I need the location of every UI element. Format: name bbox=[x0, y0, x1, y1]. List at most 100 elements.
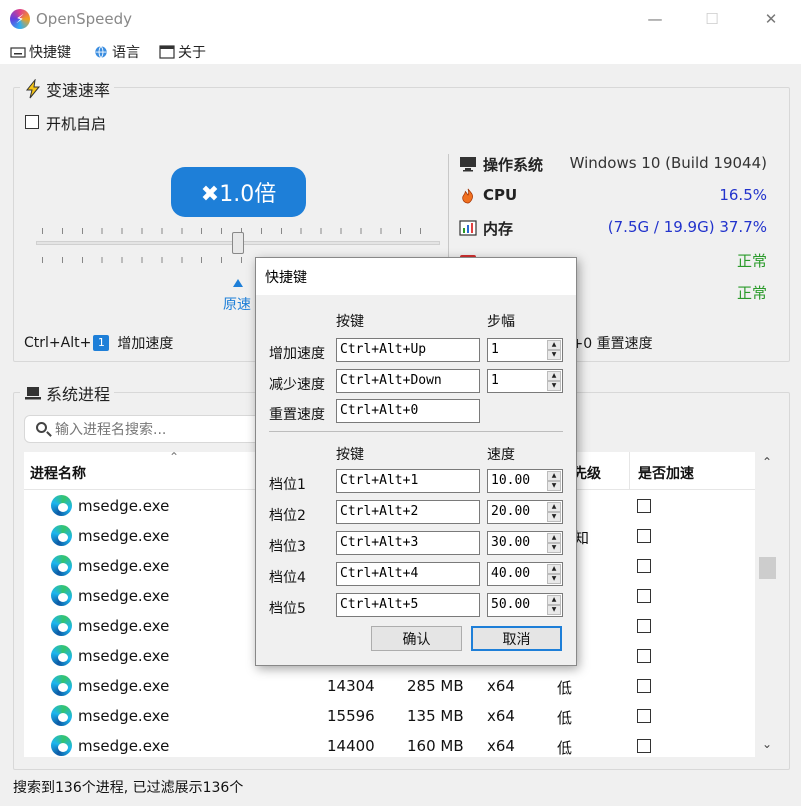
accelerate-checkbox[interactable] bbox=[637, 499, 651, 513]
hotkey-action: 增加速度 bbox=[117, 336, 174, 352]
spin-down-icon[interactable]: ▼ bbox=[547, 381, 561, 391]
table-row[interactable]: msedge.exe 14304 285 MB x64 低 bbox=[24, 671, 755, 701]
level-3-speed-spinbox[interactable]: 30.00 ▲ ▼ bbox=[487, 531, 563, 555]
level-5-speed-value: 50.00 bbox=[491, 597, 531, 612]
process-search[interactable] bbox=[24, 415, 264, 443]
level-1-hotkey-field[interactable]: Ctrl+Alt+1 bbox=[336, 469, 480, 493]
edge-browser-icon bbox=[51, 525, 72, 546]
autostart-label: 开机自启 bbox=[46, 115, 107, 133]
hotkey-dialog: 快捷键 按键 步幅 增加速度 Ctrl+Alt+Up 1 ▲ ▼ 减少速度 Ctr… bbox=[255, 257, 577, 666]
hotkey-header: 按键 bbox=[336, 314, 364, 330]
system-status-value-1: 正常 bbox=[736, 252, 767, 270]
accelerate-checkbox[interactable] bbox=[637, 739, 651, 753]
table-scrollbar[interactable]: ⌃ ⌄ bbox=[757, 452, 777, 757]
spin-up-icon[interactable]: ▲ bbox=[547, 471, 561, 481]
spin-up-icon[interactable]: ▲ bbox=[547, 340, 561, 350]
process-name: msedge.exe bbox=[78, 707, 170, 725]
keyboard-icon bbox=[10, 47, 26, 58]
step-header: 步幅 bbox=[487, 314, 515, 330]
close-button[interactable]: ✕ bbox=[756, 6, 786, 32]
table-row[interactable]: msedge.exe 14400 160 MB x64 低 bbox=[24, 731, 755, 757]
accelerate-checkbox[interactable] bbox=[637, 529, 651, 543]
menu-hotkeys[interactable]: 快捷键 bbox=[10, 42, 71, 62]
speed-display-button[interactable]: ✖1.0倍 bbox=[171, 167, 306, 217]
process-arch: x64 bbox=[487, 737, 515, 755]
process-name: msedge.exe bbox=[78, 557, 170, 575]
level-2-hotkey-field[interactable]: Ctrl+Alt+2 bbox=[336, 500, 480, 524]
level-4-hotkey-field[interactable]: Ctrl+Alt+4 bbox=[336, 562, 480, 586]
speed-group-title: 变速速率 bbox=[20, 77, 115, 101]
level-2-label: 档位2 bbox=[269, 508, 306, 524]
decrease-step-spinbox[interactable]: 1 ▲ ▼ bbox=[487, 369, 563, 393]
cancel-button[interactable]: 取消 bbox=[471, 626, 562, 651]
menu-language[interactable]: 语言 bbox=[93, 42, 140, 62]
level-hotkey-header: 按键 bbox=[336, 447, 364, 463]
menu-about[interactable]: 关于 bbox=[159, 42, 206, 62]
spin-up-icon[interactable]: ▲ bbox=[547, 371, 561, 381]
level-speed-header: 速度 bbox=[487, 447, 515, 463]
level-4-label: 档位4 bbox=[269, 570, 306, 586]
level-5-label: 档位5 bbox=[269, 601, 306, 617]
process-priority: 低 bbox=[557, 679, 573, 697]
process-name: msedge.exe bbox=[78, 647, 170, 665]
confirm-button[interactable]: 确认 bbox=[371, 626, 462, 651]
process-pid: 14304 bbox=[327, 677, 375, 695]
accelerate-checkbox[interactable] bbox=[637, 619, 651, 633]
spin-down-icon[interactable]: ▼ bbox=[547, 574, 561, 584]
level-4-speed-spinbox[interactable]: 40.00 ▲ ▼ bbox=[487, 562, 563, 586]
autostart-checkbox[interactable] bbox=[25, 115, 39, 129]
scroll-up-icon[interactable]: ⌃ bbox=[760, 455, 774, 469]
spin-up-icon[interactable]: ▲ bbox=[547, 502, 561, 512]
level-2-speed-spinbox[interactable]: 20.00 ▲ ▼ bbox=[487, 500, 563, 524]
scroll-down-icon[interactable]: ⌄ bbox=[760, 737, 774, 751]
speed-slider-handle[interactable] bbox=[232, 232, 244, 254]
process-group-label: 系统进程 bbox=[46, 385, 111, 404]
spin-down-icon[interactable]: ▼ bbox=[547, 512, 561, 522]
accelerate-checkbox[interactable] bbox=[637, 709, 651, 723]
reset-speed-hotkey-field[interactable]: Ctrl+Alt+0 bbox=[336, 399, 480, 423]
system-memory-value: (7.5G / 19.9G) 37.7% bbox=[607, 218, 767, 236]
spin-down-icon[interactable]: ▼ bbox=[547, 605, 561, 615]
hotkey-prefix: Ctrl+Alt+ bbox=[24, 335, 92, 351]
column-accelerate[interactable]: 是否加速 bbox=[638, 463, 694, 483]
accelerate-checkbox[interactable] bbox=[637, 559, 651, 573]
edge-browser-icon bbox=[51, 705, 72, 726]
increase-step-spinbox[interactable]: 1 ▲ ▼ bbox=[487, 338, 563, 362]
accelerate-checkbox[interactable] bbox=[637, 649, 651, 663]
process-pid: 14400 bbox=[327, 737, 375, 755]
level-5-hotkey-field[interactable]: Ctrl+Alt+5 bbox=[336, 593, 480, 617]
maximize-button[interactable]: ☐ bbox=[697, 6, 727, 32]
edge-browser-icon bbox=[51, 675, 72, 696]
spin-down-icon[interactable]: ▼ bbox=[547, 543, 561, 553]
process-arch: x64 bbox=[487, 677, 515, 695]
edge-browser-icon bbox=[51, 495, 72, 516]
level-1-speed-spinbox[interactable]: 10.00 ▲ ▼ bbox=[487, 469, 563, 493]
lightning-icon bbox=[25, 79, 41, 99]
accelerate-checkbox[interactable] bbox=[637, 589, 651, 603]
accelerate-checkbox[interactable] bbox=[637, 679, 651, 693]
spin-up-icon[interactable]: ▲ bbox=[547, 564, 561, 574]
process-group-title: 系统进程 bbox=[20, 381, 115, 405]
column-priority[interactable]: 先级 bbox=[573, 463, 601, 483]
process-name: msedge.exe bbox=[78, 617, 170, 635]
sort-ascending-icon: ⌃ bbox=[169, 452, 180, 464]
increase-speed-hotkey-field[interactable]: Ctrl+Alt+Up bbox=[336, 338, 480, 362]
minimize-button[interactable]: — bbox=[640, 6, 670, 32]
process-priority: 低 bbox=[557, 739, 573, 757]
laptop-icon bbox=[25, 387, 41, 400]
spin-up-icon[interactable]: ▲ bbox=[547, 533, 561, 543]
column-process-name[interactable]: 进程名称 bbox=[30, 463, 86, 483]
spin-down-icon[interactable]: ▼ bbox=[547, 481, 561, 491]
scrollbar-thumb[interactable] bbox=[759, 557, 776, 579]
spin-down-icon[interactable]: ▼ bbox=[547, 350, 561, 360]
process-search-input[interactable] bbox=[55, 420, 255, 440]
level-5-speed-spinbox[interactable]: 50.00 ▲ ▼ bbox=[487, 593, 563, 617]
decrease-speed-hotkey-field[interactable]: Ctrl+Alt+Down bbox=[336, 369, 480, 393]
spin-up-icon[interactable]: ▲ bbox=[547, 595, 561, 605]
reset-speed-label: 重置速度 bbox=[269, 407, 325, 423]
menu-language-label: 语言 bbox=[112, 45, 140, 61]
level-3-hotkey-field[interactable]: Ctrl+Alt+3 bbox=[336, 531, 480, 555]
table-row[interactable]: msedge.exe 15596 135 MB x64 低 bbox=[24, 701, 755, 731]
app-title: OpenSpeedy bbox=[36, 10, 132, 28]
level-1-speed-value: 10.00 bbox=[491, 473, 531, 488]
